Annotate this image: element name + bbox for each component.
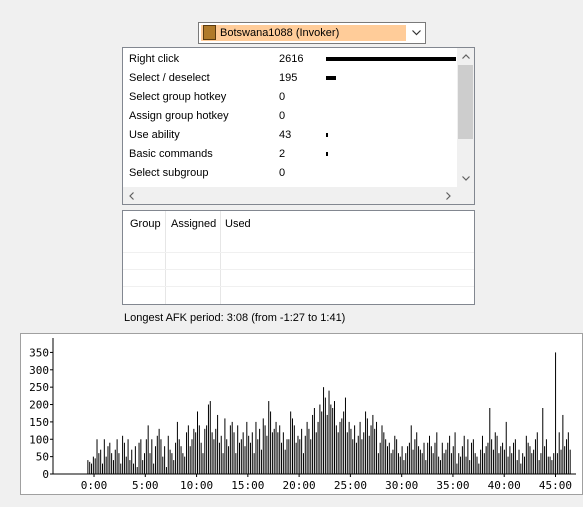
x-tick-label: 15:00 [231,479,264,492]
row-divider [123,252,474,253]
x-tick-label: 10:00 [180,479,213,492]
hotkey-row[interactable]: Select subgroup 0 [123,162,457,181]
player-dropdown-value: Botswana1088 (Invoker) [220,27,340,39]
hotkey-row-count: 195 [279,72,298,84]
column-divider [165,211,166,304]
x-tick-label: 5:00 [132,479,159,492]
x-tick-label: 45:00 [539,479,572,492]
hotkey-row[interactable]: Select / deselect 195 [123,67,457,86]
chevron-down-icon[interactable] [407,23,425,43]
activity-chart-svg: 0 50 100 150 200 250 300 350 0:00 5:00 10:00 15:00 2… [29,338,576,492]
hero-portrait-icon [203,25,216,40]
scrollbar-thumb[interactable] [458,65,473,139]
y-tick-label: 350 [29,346,49,359]
hotkey-row-label: Select / deselect [129,72,210,84]
hotkey-row-bar [326,152,328,156]
y-tick-label: 250 [29,381,49,394]
hotkey-row-label: Assign group hotkey [129,110,229,122]
hotkey-row-label: Select group hotkey [129,91,227,103]
x-tick-label: 35:00 [436,479,469,492]
hotkey-row-bar [326,76,336,80]
hotkey-row-count: 2616 [279,53,304,65]
hotkey-row-label: Basic commands [129,148,213,160]
y-tick-label: 200 [29,399,49,412]
x-tick-label: 25:00 [334,479,367,492]
column-divider [220,211,221,304]
y-tick-label: 300 [29,364,49,377]
hotkey-row[interactable]: Use ability 43 [123,124,457,143]
y-tick-label: 150 [29,416,49,429]
vertical-scrollbar[interactable] [457,48,474,187]
hotkey-row-count: 0 [279,91,286,103]
scrollbar-corner [457,187,474,204]
column-header-group[interactable]: Group [130,218,161,230]
column-header-assigned[interactable]: Assigned [171,218,216,230]
hotkey-row-label: Select subgroup [129,167,209,179]
y-tick-label: 0 [42,468,49,481]
hotkey-row-count: 0 [279,110,286,122]
hotkey-row-label: Right click [129,53,180,65]
hotkey-row-count: 0 [279,167,286,179]
group-hotkey-table[interactable]: Group Assigned Used [122,210,475,305]
hotkey-stats-list[interactable]: Right click 2616 Select / deselect 195 Selec… [122,47,475,205]
hotkey-row-label: Use ability [129,129,180,141]
row-divider [123,269,474,270]
y-tick-label: 100 [29,433,49,446]
column-header-used[interactable]: Used [225,218,251,230]
scroll-up-icon[interactable] [457,48,474,65]
scroll-right-icon[interactable] [440,187,457,204]
y-tick-label: 50 [36,451,49,464]
activity-chart: 0 50 100 150 200 250 300 350 0:00 5:00 10:00 15:00 2… [20,333,583,495]
row-divider [123,286,474,287]
hotkey-row[interactable]: Select group hotkey 0 [123,86,457,105]
hotkey-row-bar [326,57,456,61]
hotkey-row[interactable]: Assign group hotkey 0 [123,105,457,124]
scroll-down-icon[interactable] [457,170,474,187]
player-dropdown[interactable]: Botswana1088 (Invoker) [198,22,426,44]
hotkey-row-bar [326,133,328,137]
hotkey-row[interactable]: Right click 2616 [123,48,457,67]
hotkey-row-count: 2 [279,148,286,160]
x-tick-label: 40:00 [488,479,521,492]
x-tick-label: 30:00 [385,479,418,492]
x-tick-label: 20:00 [283,479,316,492]
x-tick-label: 0:00 [81,479,108,492]
hotkey-row[interactable]: Basic commands 2 [123,143,457,162]
hotkey-row-count: 43 [279,129,292,141]
horizontal-scrollbar[interactable] [123,187,457,204]
scroll-left-icon[interactable] [123,187,140,204]
afk-period-label: Longest AFK period: 3:08 (from -1:27 to … [124,312,346,324]
